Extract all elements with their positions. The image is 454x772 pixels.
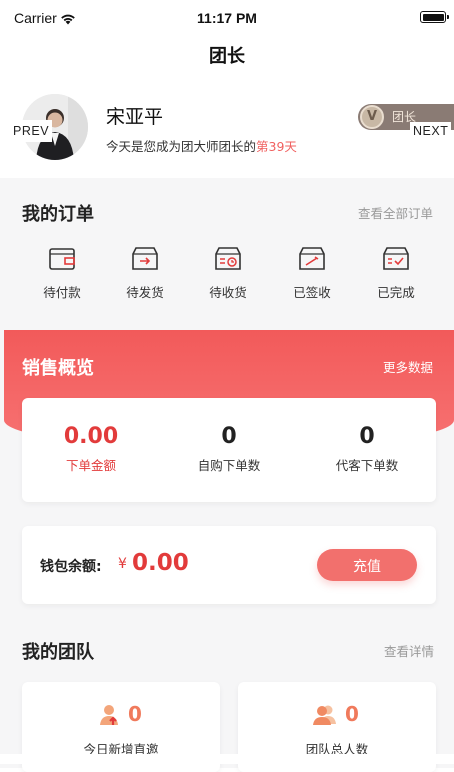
team-title: 我的团队	[22, 642, 94, 663]
membership-days: 今天是您成为团大师团长的第39天	[106, 136, 297, 155]
more-data-link[interactable]: 更多数据	[383, 357, 433, 376]
stat-self-orders[interactable]: 0 自购下单数	[160, 424, 298, 474]
box-ship-icon	[132, 247, 158, 270]
view-all-orders-link[interactable]: 查看全部订单	[358, 203, 433, 222]
order-status-label: 已完成	[377, 285, 415, 300]
membership-days-prefix: 今天是您成为团大师团长的	[106, 139, 257, 154]
order-awaiting-shipment[interactable]: 待发货	[103, 246, 187, 301]
stat-value: 0	[221, 424, 237, 449]
stat-value: 0	[359, 424, 375, 449]
wallet-balance-value: 0.00	[132, 550, 189, 576]
next-button[interactable]: NEXT	[410, 122, 452, 140]
total-members-count: 0	[345, 702, 359, 726]
order-completed[interactable]: 已完成	[354, 246, 438, 301]
stat-label: 下单金额	[65, 458, 116, 473]
battery-icon	[420, 11, 449, 23]
user-name: 宋亚平	[106, 106, 164, 128]
stat-order-amount[interactable]: 0.00 下单金额	[22, 424, 160, 474]
clock: 11:17 PM	[197, 10, 257, 26]
order-status-label: 待收货	[209, 285, 247, 300]
order-awaiting-receipt[interactable]: 待收货	[186, 246, 270, 301]
stat-label: 自购下单数	[197, 458, 261, 473]
stat-proxy-orders[interactable]: 0 代客下单数	[298, 424, 436, 474]
stat-label: 代客下单数	[335, 458, 399, 473]
box-check-icon	[383, 247, 409, 270]
view-team-details-link[interactable]: 查看详情	[384, 641, 434, 660]
wallet-balance-label: 钱包余额:	[40, 559, 102, 575]
stat-value: 0.00	[63, 424, 119, 449]
sales-title: 销售概览	[22, 358, 94, 379]
order-status-row: 待付款 待发货 待收货 已签收 已完成	[0, 246, 454, 316]
currency-symbol: ¥	[118, 556, 127, 572]
wallet-icon	[49, 248, 75, 270]
page-title: 团长	[209, 46, 245, 67]
recharge-button[interactable]: 充值	[317, 549, 417, 581]
user-up-icon	[100, 704, 120, 730]
order-status-label: 已签收	[293, 285, 331, 300]
order-status-label: 待付款	[43, 285, 81, 300]
bottom-edge	[0, 754, 454, 764]
order-status-label: 待发货	[126, 285, 164, 300]
membership-days-count: 第39天	[256, 139, 297, 154]
order-signed[interactable]: 已签收	[270, 246, 354, 301]
status-bar: Carrier 11:17 PM	[0, 0, 454, 36]
box-clock-icon	[215, 247, 241, 270]
prev-button[interactable]: PREV	[10, 120, 53, 142]
users-icon	[313, 704, 337, 730]
order-pending-payment[interactable]: 待付款	[20, 246, 104, 301]
v-badge-icon: V	[360, 105, 384, 129]
box-sign-icon	[299, 247, 325, 270]
new-invites-count: 0	[128, 702, 142, 726]
orders-title: 我的订单	[22, 204, 94, 225]
